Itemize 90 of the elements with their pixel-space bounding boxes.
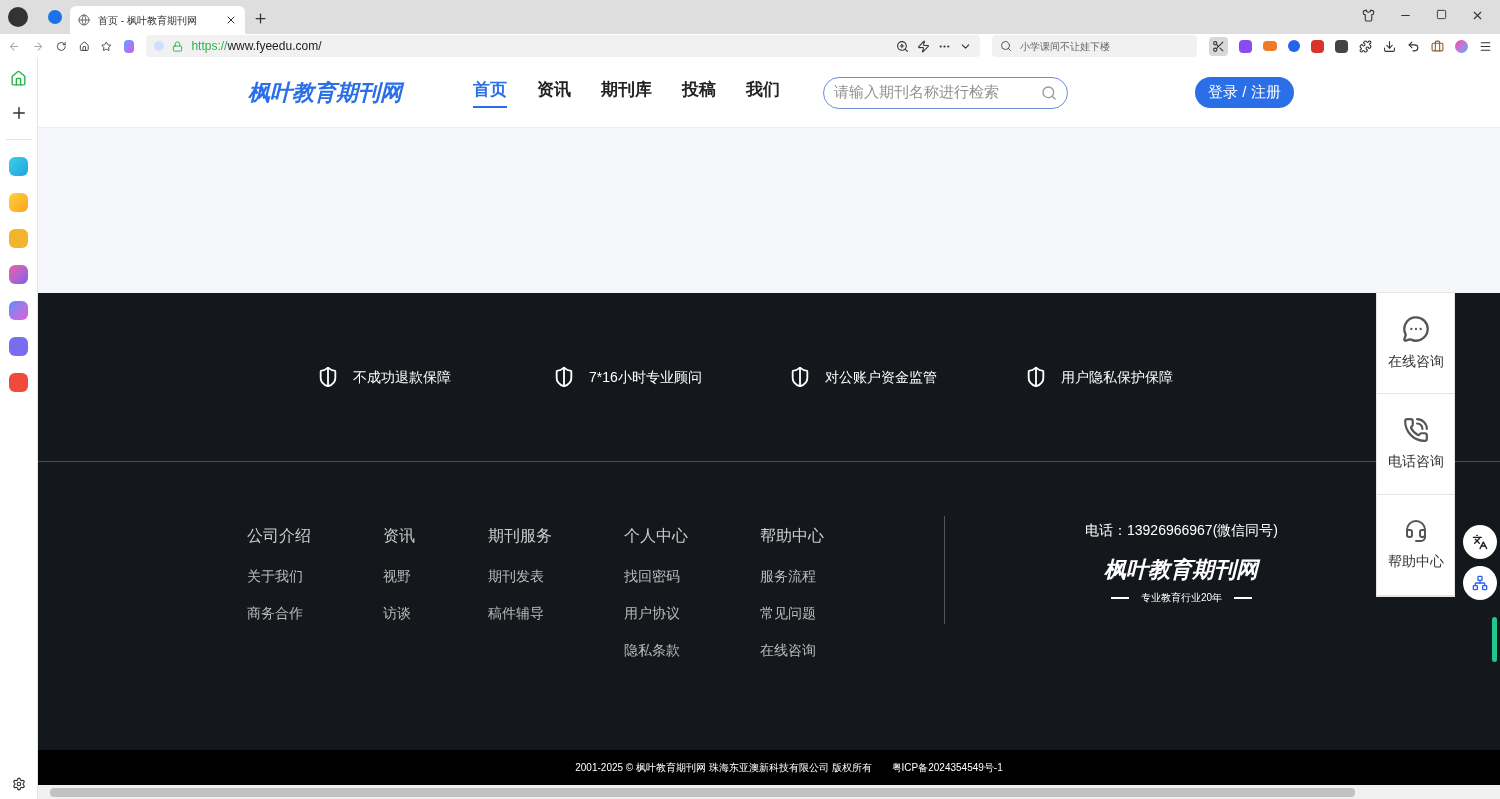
search-icon bbox=[999, 40, 1012, 52]
contact-label: 在线咨询 bbox=[1387, 351, 1444, 371]
guarantee-text: 用户隐私保护保障 bbox=[1061, 367, 1173, 387]
address-bar[interactable]: https://www.fyeedu.com/ bbox=[146, 35, 980, 57]
horizontal-scrollbar[interactable] bbox=[50, 787, 1355, 797]
footer-link[interactable]: 稿件辅导 bbox=[488, 603, 624, 624]
maximize-icon[interactable] bbox=[1436, 9, 1447, 20]
shirt-icon[interactable] bbox=[1362, 9, 1375, 22]
footer-column-title: 个人中心 bbox=[624, 526, 689, 546]
extension-icon[interactable] bbox=[1335, 39, 1348, 53]
search-icon bbox=[1041, 84, 1057, 101]
footer-link[interactable]: 在线咨询 bbox=[760, 640, 896, 661]
slogan: 专业教育行业20年 bbox=[1140, 591, 1223, 605]
chat-bubble-icon bbox=[1401, 314, 1430, 343]
footer-link[interactable]: 期刊发表 bbox=[488, 566, 624, 587]
nav-link[interactable]: 投稿 bbox=[682, 77, 716, 108]
new-tab-icon[interactable] bbox=[253, 11, 268, 26]
tab-title: 首页 - 枫叶教育期刊网 bbox=[98, 13, 198, 28]
profile-avatar[interactable] bbox=[8, 7, 28, 27]
ai-app-icon[interactable] bbox=[123, 39, 135, 53]
home-icon[interactable] bbox=[78, 39, 90, 53]
sidebar-app-icon[interactable] bbox=[9, 157, 28, 176]
footer-link[interactable]: 常见问题 bbox=[760, 603, 896, 624]
lock-icon bbox=[172, 40, 184, 52]
translate-icon bbox=[1472, 534, 1488, 550]
nav-link[interactable]: 期刊库 bbox=[601, 77, 652, 108]
site-info-icon bbox=[154, 41, 165, 51]
login-register-button[interactable]: 登录 / 注册 bbox=[1195, 77, 1294, 108]
footer-link[interactable]: 访谈 bbox=[383, 603, 488, 624]
sidebar-app-icon[interactable] bbox=[9, 265, 28, 284]
scissors-icon[interactable] bbox=[1212, 39, 1225, 53]
extension-icon[interactable] bbox=[1311, 39, 1324, 53]
reload-icon[interactable] bbox=[56, 39, 67, 53]
footer-link[interactable]: 用户协议 bbox=[624, 603, 760, 624]
sidebar-app-icon[interactable] bbox=[9, 301, 28, 320]
browser-tab[interactable]: 首页 - 枫叶教育期刊网 bbox=[70, 6, 245, 34]
nav-link[interactable]: 首页 bbox=[473, 77, 507, 108]
url-text: https://www.fyeedu.com/ bbox=[191, 38, 323, 55]
contact-label: 帮助中心 bbox=[1387, 551, 1444, 571]
nav-link[interactable]: 我们 bbox=[746, 77, 780, 108]
zoom-in-icon[interactable] bbox=[895, 39, 909, 53]
guarantee-text: 7*16小时专业顾问 bbox=[589, 367, 702, 387]
close-icon[interactable] bbox=[1471, 9, 1484, 22]
phone-icon bbox=[1402, 416, 1429, 443]
footer-link[interactable]: 服务流程 bbox=[760, 566, 896, 587]
contact-option[interactable]: 在线咨询 bbox=[1377, 293, 1454, 394]
search-field[interactable]: 小学课间不让娃下楼 bbox=[991, 35, 1197, 57]
shield-icon bbox=[1025, 366, 1047, 388]
footer-link[interactable]: 商务合作 bbox=[247, 603, 383, 624]
lightning-icon[interactable] bbox=[916, 39, 930, 53]
footer-link[interactable]: 找回密码 bbox=[624, 566, 760, 587]
scroll-indicator bbox=[1492, 617, 1497, 662]
settings-icon[interactable] bbox=[11, 777, 26, 791]
contact-option[interactable]: 电话咨询 bbox=[1377, 394, 1454, 495]
download-icon[interactable] bbox=[1383, 39, 1396, 53]
footer-column-title: 公司介绍 bbox=[247, 526, 312, 546]
guarantee-text: 对公账户资金监管 bbox=[825, 367, 937, 387]
footer-column-title: 期刊服务 bbox=[488, 526, 553, 546]
footer-column-title: 帮助中心 bbox=[760, 526, 825, 546]
pinned-tab-icon[interactable] bbox=[48, 10, 62, 24]
favorites-icon[interactable] bbox=[101, 39, 112, 53]
nav-link[interactable]: 资讯 bbox=[537, 77, 571, 108]
contact-option[interactable]: 帮助中心 bbox=[1377, 495, 1454, 596]
phone-number: 电话：13926966967(微信同号) bbox=[1085, 521, 1278, 540]
icp-link[interactable]: 粤ICP备2024354549号-1 bbox=[891, 760, 1003, 775]
shield-icon bbox=[317, 366, 339, 388]
guarantee-text: 不成功退款保障 bbox=[353, 367, 451, 387]
contact-label: 电话咨询 bbox=[1387, 451, 1444, 471]
briefcase-icon[interactable] bbox=[1431, 39, 1444, 53]
globe-icon bbox=[78, 14, 90, 26]
footer-link[interactable]: 关于我们 bbox=[247, 566, 383, 587]
sidebar-app-icon[interactable] bbox=[9, 373, 28, 392]
headset-icon bbox=[1403, 518, 1428, 543]
extension-icon[interactable] bbox=[1288, 40, 1300, 52]
shield-icon bbox=[789, 366, 811, 388]
shield-icon bbox=[553, 366, 575, 388]
footer-logo: 枫叶教育期刊网 bbox=[1104, 556, 1259, 584]
copyright-text: 2001-2025 © 枫叶教育期刊网 珠海东亚澳新科技有限公司 版权所有 bbox=[575, 761, 872, 775]
sidebar-app-icon[interactable] bbox=[9, 337, 28, 356]
undo-icon[interactable] bbox=[1407, 39, 1420, 53]
close-icon[interactable] bbox=[225, 14, 237, 26]
extension-icon[interactable] bbox=[1239, 39, 1252, 53]
site-logo[interactable]: 枫叶教育期刊网 bbox=[248, 76, 473, 109]
footer-link[interactable]: 视野 bbox=[383, 566, 488, 587]
search-placeholder: 小学课间不让娃下楼 bbox=[1019, 39, 1110, 54]
footer-link[interactable]: 隐私条款 bbox=[624, 640, 760, 661]
puzzle-icon[interactable] bbox=[1359, 39, 1372, 53]
menu-icon[interactable] bbox=[1479, 39, 1492, 53]
network-icon bbox=[1472, 575, 1488, 591]
footer-column-title: 资讯 bbox=[383, 526, 416, 546]
